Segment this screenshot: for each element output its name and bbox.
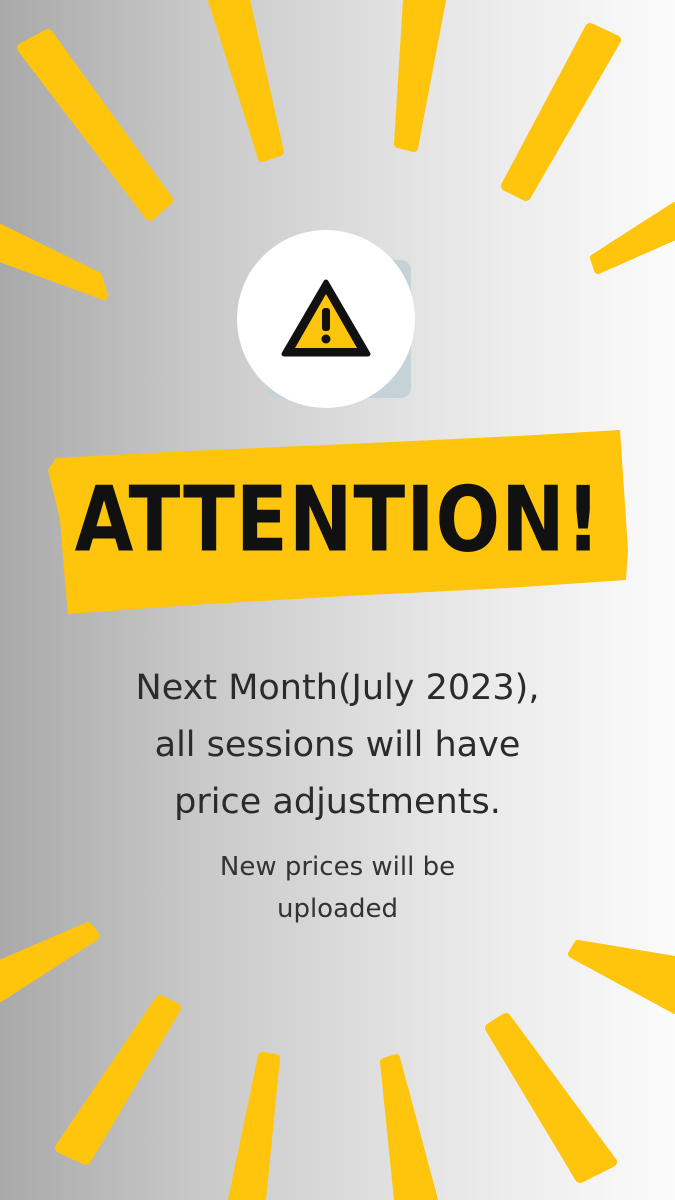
note-line-2: uploaded	[276, 894, 399, 924]
ray-top-4	[501, 23, 621, 201]
ray-left-upper	[0, 224, 108, 300]
badge-circle	[237, 230, 415, 408]
ray-right-lower	[568, 940, 675, 1014]
ray-top-2	[208, 0, 284, 162]
warning-badge	[237, 230, 415, 408]
headline-attention: ATTENTION!	[74, 466, 602, 572]
ray-bottom-1	[55, 995, 181, 1165]
ray-top-3	[394, 0, 446, 152]
announcement-message: Next Month(July 2023), all sessions will…	[40, 660, 635, 831]
ray-top-1	[17, 29, 173, 221]
message-line-2: all sessions will have	[154, 725, 521, 765]
note-line-1: New prices will be	[219, 852, 456, 882]
ray-right-upper	[590, 202, 675, 274]
ray-bottom-3	[380, 1054, 438, 1200]
ray-left-lower	[0, 922, 100, 1002]
attention-poster: ATTENTION! Next Month(July 2023), all se…	[0, 0, 675, 1200]
ray-bottom-4	[485, 1013, 617, 1183]
attention-banner: ATTENTION!	[48, 430, 628, 614]
message-line-3: price adjustments.	[174, 782, 501, 822]
warning-icon	[281, 279, 371, 357]
message-line-1: Next Month(July 2023),	[135, 668, 540, 708]
ray-bottom-2	[228, 1052, 280, 1200]
upload-note: New prices will be uploaded	[150, 846, 525, 930]
